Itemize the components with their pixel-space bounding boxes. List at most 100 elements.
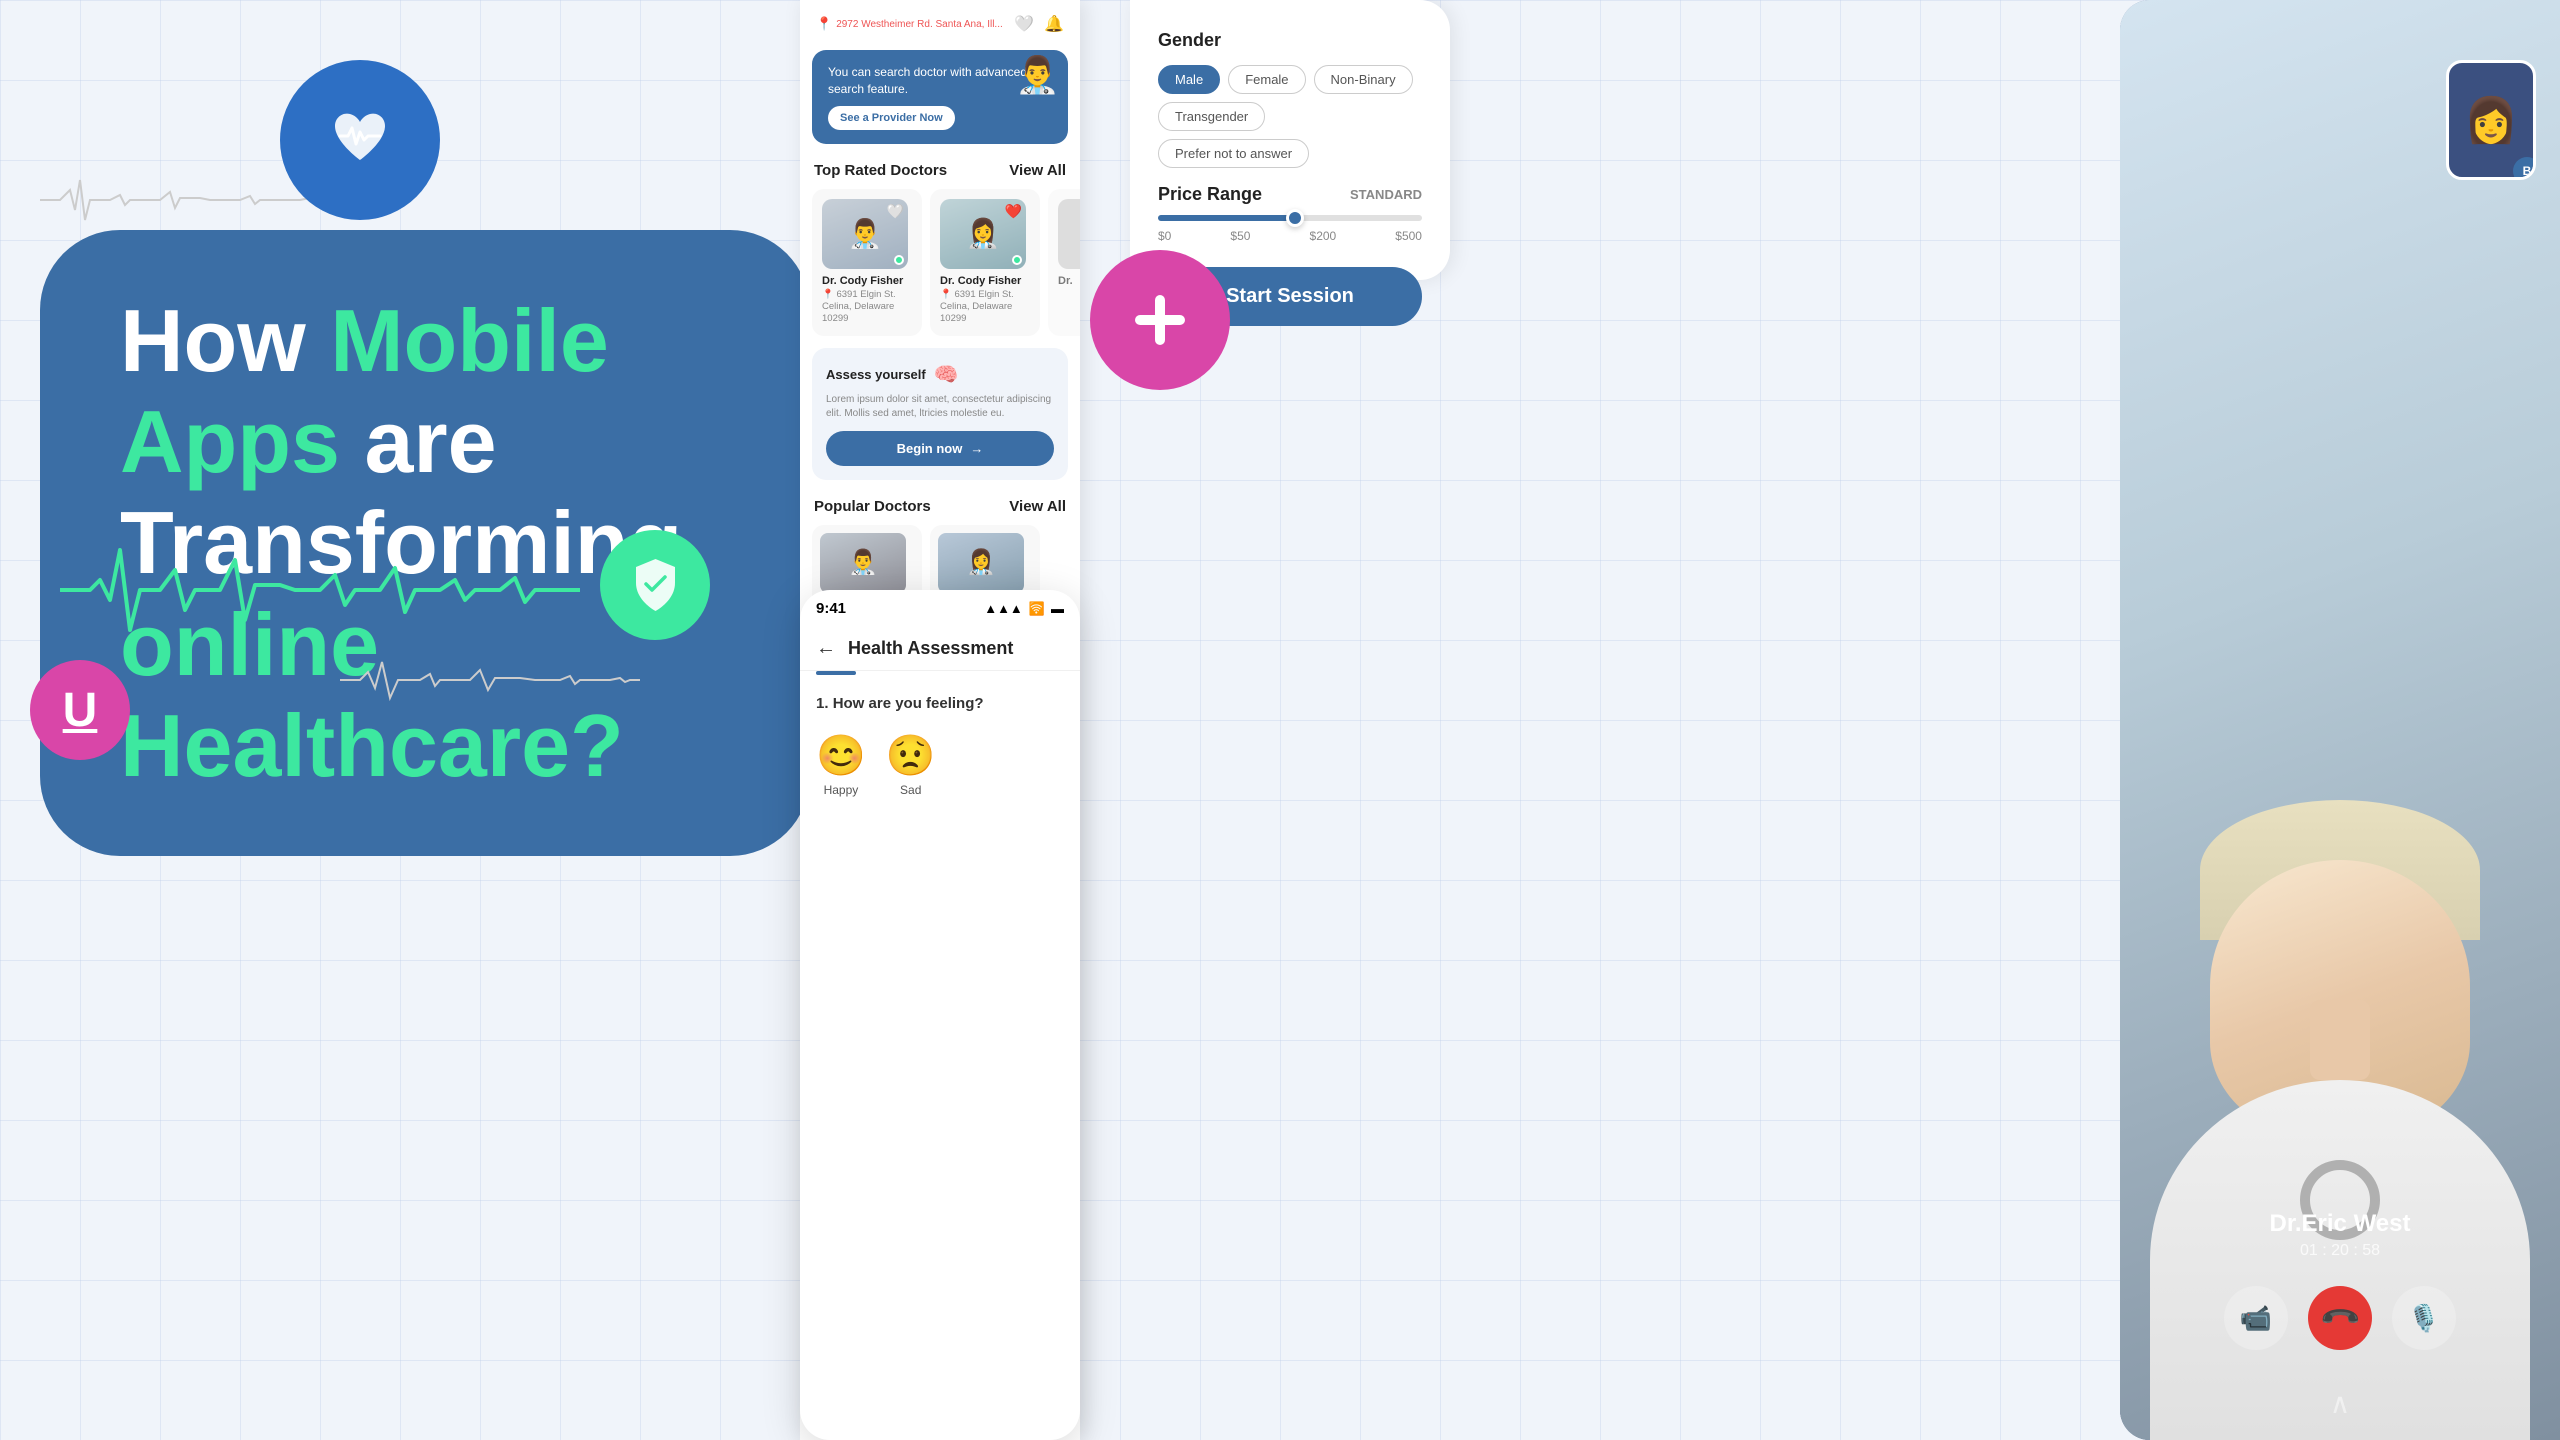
video-call-phone: 👩 B Dr.Eric West 01 : 20 : 58 📹 📞 🎙️ ∧ — [2120, 0, 2560, 1440]
plus-circle-button[interactable] — [1090, 250, 1230, 390]
phone-1-header: 📍 2972 Westheimer Rd. Santa Ana, Ill... … — [800, 0, 1080, 42]
location-display: 📍 2972 Westheimer Rd. Santa Ana, Ill... — [816, 16, 1003, 32]
shield-icon-circle — [600, 530, 710, 640]
status-bar: 9:41 ▲▲▲ 🛜 ▬ — [800, 590, 1080, 621]
doctor-name-2: Dr. Cody Fisher — [940, 275, 1030, 287]
mic-icon: 🎙️ — [2408, 1303, 2440, 1334]
online-indicator-2 — [1012, 255, 1022, 265]
emoji-option-sad[interactable]: 😟 Sad — [886, 732, 936, 797]
popular-photo-1: 👨‍⚕️ — [820, 533, 906, 593]
doctor-card-3[interactable]: 👨‍⚕️ Dr. — [1048, 189, 1080, 336]
u-icon: U — [63, 683, 98, 738]
plus-icon — [1125, 285, 1195, 355]
top-rated-view-all[interactable]: View All — [1009, 162, 1066, 179]
popular-photo-2: 👩‍⚕️ — [938, 533, 1024, 593]
assess-description: Lorem ipsum dolor sit amet, consectetur … — [826, 393, 1054, 421]
banner-illustration: 👨‍⚕️ — [1015, 54, 1060, 96]
assessment-title: Health Assessment — [848, 638, 1013, 659]
doctors-row: 👨‍⚕️ 🤍 Dr. Cody Fisher 📍 6391 Elgin St. … — [800, 185, 1080, 340]
doctor-photo-3: 👨‍⚕️ — [1058, 199, 1080, 269]
back-button[interactable]: ← — [816, 637, 836, 660]
see-provider-button[interactable]: See a Provider Now — [828, 106, 955, 130]
price-slider-fill — [1158, 215, 1295, 221]
health-assessment-phone: 9:41 ▲▲▲ 🛜 ▬ ← Health Assessment 1. How … — [800, 590, 1080, 1440]
chevron-up-icon: ∧ — [2330, 1388, 2351, 1419]
sad-emoji: 😟 — [886, 732, 936, 779]
wifi-icon: 🛜 — [1029, 601, 1045, 617]
call-info-overlay: Dr.Eric West 01 : 20 : 58 — [2120, 1210, 2560, 1260]
assess-card: Assess yourself 🧠 Lorem ipsum dolor sit … — [812, 348, 1068, 480]
pip-person-icon: 👩 — [2464, 94, 2519, 146]
gender-pills-container: Male Female Non-Binary Transgender Prefe… — [1158, 65, 1422, 168]
top-rated-header: Top Rated Doctors View All — [800, 152, 1080, 185]
online-indicator — [894, 255, 904, 265]
assessment-header-bar: ← Health Assessment — [800, 621, 1080, 671]
begin-now-label: Begin now — [897, 441, 963, 456]
status-icons: ▲▲▲ 🛜 ▬ — [984, 601, 1064, 617]
price-header: Price Range STANDARD — [1158, 184, 1422, 205]
price-standard: STANDARD — [1350, 187, 1422, 202]
doctor-address-1: 📍 6391 Elgin St. Celina, Delaware 10299 — [822, 289, 912, 326]
status-time: 9:41 — [816, 600, 846, 617]
price-mid2: $200 — [1310, 229, 1337, 243]
emoji-option-happy[interactable]: 😊 Happy — [816, 732, 866, 797]
pip-video-thumbnail: 👩 B — [2446, 60, 2536, 180]
gender-pill-transgender[interactable]: Transgender — [1158, 102, 1265, 131]
favorite-doctor-1[interactable]: 🤍 — [887, 203, 904, 220]
ecg-gray-decoration — [340, 620, 640, 740]
left-section: How Mobile Apps are Transforming online … — [0, 0, 820, 1440]
doctor-photo-2: 👩‍⚕️ ❤️ — [940, 199, 1026, 269]
price-max: $500 — [1395, 229, 1422, 243]
doctor-name-1: Dr. Cody Fisher — [822, 275, 912, 287]
brain-icon: 🧠 — [934, 362, 959, 387]
gender-pill-nonbinary[interactable]: Non-Binary — [1314, 65, 1413, 94]
price-section: Price Range STANDARD $0 $50 $200 $500 — [1158, 184, 1422, 243]
popular-label: Popular Doctors — [814, 498, 931, 515]
price-label: Price Range — [1158, 184, 1262, 205]
shield-icon — [628, 555, 683, 615]
arrow-icon: → — [970, 441, 983, 456]
gender-pill-prefer-not[interactable]: Prefer not to answer — [1158, 139, 1309, 168]
favorite-icon[interactable]: 🤍 — [1014, 14, 1034, 34]
gender-label: Gender — [1158, 30, 1422, 51]
popular-header: Popular Doctors View All — [800, 488, 1080, 521]
bell-icon[interactable]: 🔔 — [1044, 14, 1064, 34]
doctor-name-3: Dr. — [1058, 275, 1080, 287]
video-toggle-button[interactable]: 📹 — [2224, 1286, 2288, 1350]
heart-icon-circle — [280, 60, 440, 220]
end-call-button[interactable]: 📞 — [2308, 1286, 2372, 1350]
emoji-options-row: 😊 Happy 😟 Sad — [800, 722, 1080, 807]
question-number: 1. — [816, 695, 829, 712]
price-min: $0 — [1158, 229, 1171, 243]
header-icons: 🤍 🔔 — [1014, 14, 1064, 34]
price-labels: $0 $50 $200 $500 — [1158, 229, 1422, 243]
favorite-doctor-2[interactable]: ❤️ — [1005, 203, 1022, 220]
assessment-question: 1. How are you feeling? — [800, 675, 1080, 722]
filter-panel: Gender Male Female Non-Binary Transgende… — [1130, 0, 1450, 280]
u-button[interactable]: U — [30, 660, 130, 760]
location-pin-icon: 📍 — [816, 16, 832, 32]
gender-pill-female[interactable]: Female — [1228, 65, 1305, 94]
signal-icon: ▲▲▲ — [984, 601, 1023, 616]
doctor-card-1[interactable]: 👨‍⚕️ 🤍 Dr. Cody Fisher 📍 6391 Elgin St. … — [812, 189, 922, 336]
heartbeat-icon — [320, 100, 400, 180]
begin-now-button[interactable]: Begin now → — [826, 431, 1054, 466]
call-controls-bar: 📹 📞 🎙️ — [2120, 1286, 2560, 1350]
microphone-button[interactable]: 🎙️ — [2392, 1286, 2456, 1350]
call-timer: 01 : 20 : 58 — [2120, 1242, 2560, 1260]
assess-title-text: Assess yourself — [826, 367, 926, 382]
popular-view-all[interactable]: View All — [1009, 498, 1066, 515]
battery-icon: ▬ — [1051, 601, 1064, 616]
happy-label: Happy — [824, 783, 859, 797]
price-mid1: $50 — [1230, 229, 1250, 243]
assess-title: Assess yourself 🧠 — [826, 362, 1054, 387]
top-rated-label: Top Rated Doctors — [814, 162, 947, 179]
video-background: 👩 B Dr.Eric West 01 : 20 : 58 📹 📞 🎙️ ∧ — [2120, 0, 2560, 1440]
doctor-card-2[interactable]: 👩‍⚕️ ❤️ Dr. Cody Fisher 📍 6391 Elgin St.… — [930, 189, 1040, 336]
search-banner: You can search doctor with advanced sear… — [812, 50, 1068, 144]
price-slider-thumb[interactable] — [1286, 209, 1304, 227]
location-text: 2972 Westheimer Rd. Santa Ana, Ill... — [836, 19, 1003, 30]
pip-badge: B — [2513, 157, 2536, 180]
price-slider-track[interactable] — [1158, 215, 1422, 221]
gender-pill-male[interactable]: Male — [1158, 65, 1220, 94]
